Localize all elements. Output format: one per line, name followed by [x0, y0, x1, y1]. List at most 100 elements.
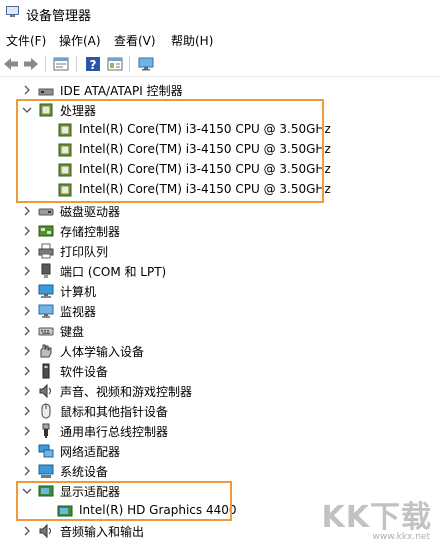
tree-item-label: 打印队列	[60, 245, 109, 259]
watermark-url: www.kkx.net	[372, 532, 431, 542]
chevron-right-icon[interactable]	[21, 425, 33, 437]
chevron-right-icon[interactable]	[21, 265, 33, 277]
chevron-right-icon[interactable]	[21, 525, 33, 537]
monitor-icon	[38, 304, 54, 318]
tree-item-label: 鼠标和其他指针设备	[60, 405, 169, 419]
tree-item-keyboards[interactable]: 键盘	[0, 321, 440, 341]
watermark-logo: KK下载 www.kkx.net	[302, 492, 434, 542]
chevron-right-icon[interactable]	[21, 445, 33, 457]
tree-item-label: 软件设备	[60, 365, 109, 379]
display-adapter-icon	[38, 485, 54, 497]
svg-text:?: ?	[90, 58, 97, 72]
tree-item-label: 计算机	[60, 285, 97, 299]
tree-item-usb[interactable]: 通用串行总线控制器	[0, 421, 440, 441]
menu-help[interactable]: 帮助(H)	[171, 32, 213, 49]
tree-item-cpu[interactable]: Intel(R) Core(TM) i3-4150 CPU @ 3.50GHz	[0, 140, 440, 160]
tree-item-label: 存储控制器	[60, 225, 121, 239]
tree-item-label: Intel(R) Core(TM) i3-4150 CPU @ 3.50GHz	[79, 182, 331, 196]
chevron-down-icon[interactable]	[21, 485, 33, 497]
tree-item-label: 系统设备	[60, 465, 109, 479]
tree-item-sound-video[interactable]: 声音、视频和游戏控制器	[0, 381, 440, 401]
ide-controller-icon	[38, 88, 54, 96]
tree-item-label: 键盘	[60, 325, 85, 339]
chevron-right-icon[interactable]	[21, 225, 33, 237]
tree-item-mice[interactable]: 鼠标和其他指针设备	[0, 401, 440, 421]
toolbar-separator	[76, 56, 77, 72]
processor-icon	[58, 143, 72, 157]
tree-item-label: Intel(R) Core(TM) i3-4150 CPU @ 3.50GHz	[79, 122, 331, 136]
menu-file[interactable]: 文件(F)	[6, 32, 46, 49]
usb-icon	[42, 423, 50, 438]
back-arrow-icon[interactable]	[2, 55, 20, 73]
chevron-right-icon[interactable]	[21, 305, 33, 317]
device-tree: IDE ATA/ATAPI 控制器 处理器 Intel(R) Core(TM) …	[0, 80, 440, 544]
tree-item-software-devices[interactable]: 软件设备	[0, 361, 440, 381]
network-adapter-icon	[38, 444, 54, 458]
tree-item-monitors[interactable]: 监视器	[0, 301, 440, 321]
tree-item-label: 监视器	[60, 305, 97, 319]
tree-item-hid[interactable]: 人体学输入设备	[0, 341, 440, 361]
tree-item-label: 显示适配器	[60, 485, 121, 499]
tree-item-label: Intel(R) Core(TM) i3-4150 CPU @ 3.50GHz	[79, 142, 331, 156]
chevron-right-icon[interactable]	[21, 84, 33, 96]
disk-drive-icon	[38, 208, 54, 216]
title-bar: 设备管理器	[0, 0, 440, 26]
tree-item-storage-controllers[interactable]: 存储控制器	[0, 221, 440, 241]
processor-icon	[58, 123, 72, 137]
hid-icon	[40, 344, 52, 358]
tree-item-print-queue[interactable]: 打印队列	[0, 241, 440, 261]
chevron-right-icon[interactable]	[21, 365, 33, 377]
processor-icon	[58, 183, 72, 197]
details-icon[interactable]	[106, 55, 124, 73]
toolbar-separator	[45, 56, 46, 72]
system-device-icon	[38, 464, 54, 478]
tree-item-label: 网络适配器	[60, 445, 121, 459]
properties-icon[interactable]	[52, 55, 70, 73]
keyboard-icon	[38, 327, 54, 336]
tree-item-cpu[interactable]: Intel(R) Core(TM) i3-4150 CPU @ 3.50GHz	[0, 160, 440, 180]
processor-icon	[39, 103, 53, 117]
menu-view[interactable]: 查看(V)	[114, 32, 156, 49]
tree-item-label: Intel(R) Core(TM) i3-4150 CPU @ 3.50GHz	[79, 162, 331, 176]
port-icon	[41, 263, 51, 278]
tree-item-label: 音频输入和输出	[60, 525, 145, 539]
software-device-icon	[42, 363, 50, 379]
chevron-right-icon[interactable]	[21, 385, 33, 397]
tree-item-cpu[interactable]: Intel(R) Core(TM) i3-4150 CPU @ 3.50GHz	[0, 180, 440, 200]
tree-item-ide[interactable]: IDE ATA/ATAPI 控制器	[0, 80, 440, 100]
chevron-right-icon[interactable]	[21, 405, 33, 417]
toolbar-separator	[129, 56, 130, 72]
tree-item-label: 端口 (COM 和 LPT)	[60, 265, 167, 279]
help-icon[interactable]: ?	[84, 55, 102, 73]
tree-item-system-devices[interactable]: 系统设备	[0, 461, 440, 481]
tree-item-processors[interactable]: 处理器	[0, 100, 440, 120]
tree-item-network-adapters[interactable]: 网络适配器	[0, 441, 440, 461]
tree-item-disk-drives[interactable]: 磁盘驱动器	[0, 201, 440, 221]
storage-controller-icon	[38, 225, 54, 237]
tree-item-label: 磁盘驱动器	[60, 205, 121, 219]
forward-arrow-icon[interactable]	[22, 55, 40, 73]
menu-bar: 文件(F) 操作(A) 查看(V) 帮助(H)	[0, 30, 440, 50]
toolbar: ?	[0, 52, 440, 77]
tree-item-cpu[interactable]: Intel(R) Core(TM) i3-4150 CPU @ 3.50GHz	[0, 120, 440, 140]
chevron-right-icon[interactable]	[21, 325, 33, 337]
mouse-icon	[41, 403, 51, 419]
tree-item-label: 声音、视频和游戏控制器	[60, 385, 193, 399]
menu-action[interactable]: 操作(A)	[59, 32, 101, 49]
chevron-right-icon[interactable]	[21, 245, 33, 257]
processor-icon	[58, 163, 72, 177]
printer-icon	[38, 243, 54, 259]
tree-item-label: 通用串行总线控制器	[60, 425, 169, 439]
chevron-right-icon[interactable]	[21, 465, 33, 477]
tree-item-label: 处理器	[60, 104, 97, 118]
computer-icon	[38, 284, 54, 298]
chevron-down-icon[interactable]	[21, 104, 33, 116]
chevron-right-icon[interactable]	[21, 205, 33, 217]
tree-item-computer[interactable]: 计算机	[0, 281, 440, 301]
chevron-right-icon[interactable]	[21, 285, 33, 297]
tree-item-label: 人体学输入设备	[60, 345, 145, 359]
chevron-right-icon[interactable]	[21, 345, 33, 357]
display-adapter-icon	[57, 505, 73, 517]
monitor-icon[interactable]	[137, 55, 155, 73]
tree-item-ports[interactable]: 端口 (COM 和 LPT)	[0, 261, 440, 281]
